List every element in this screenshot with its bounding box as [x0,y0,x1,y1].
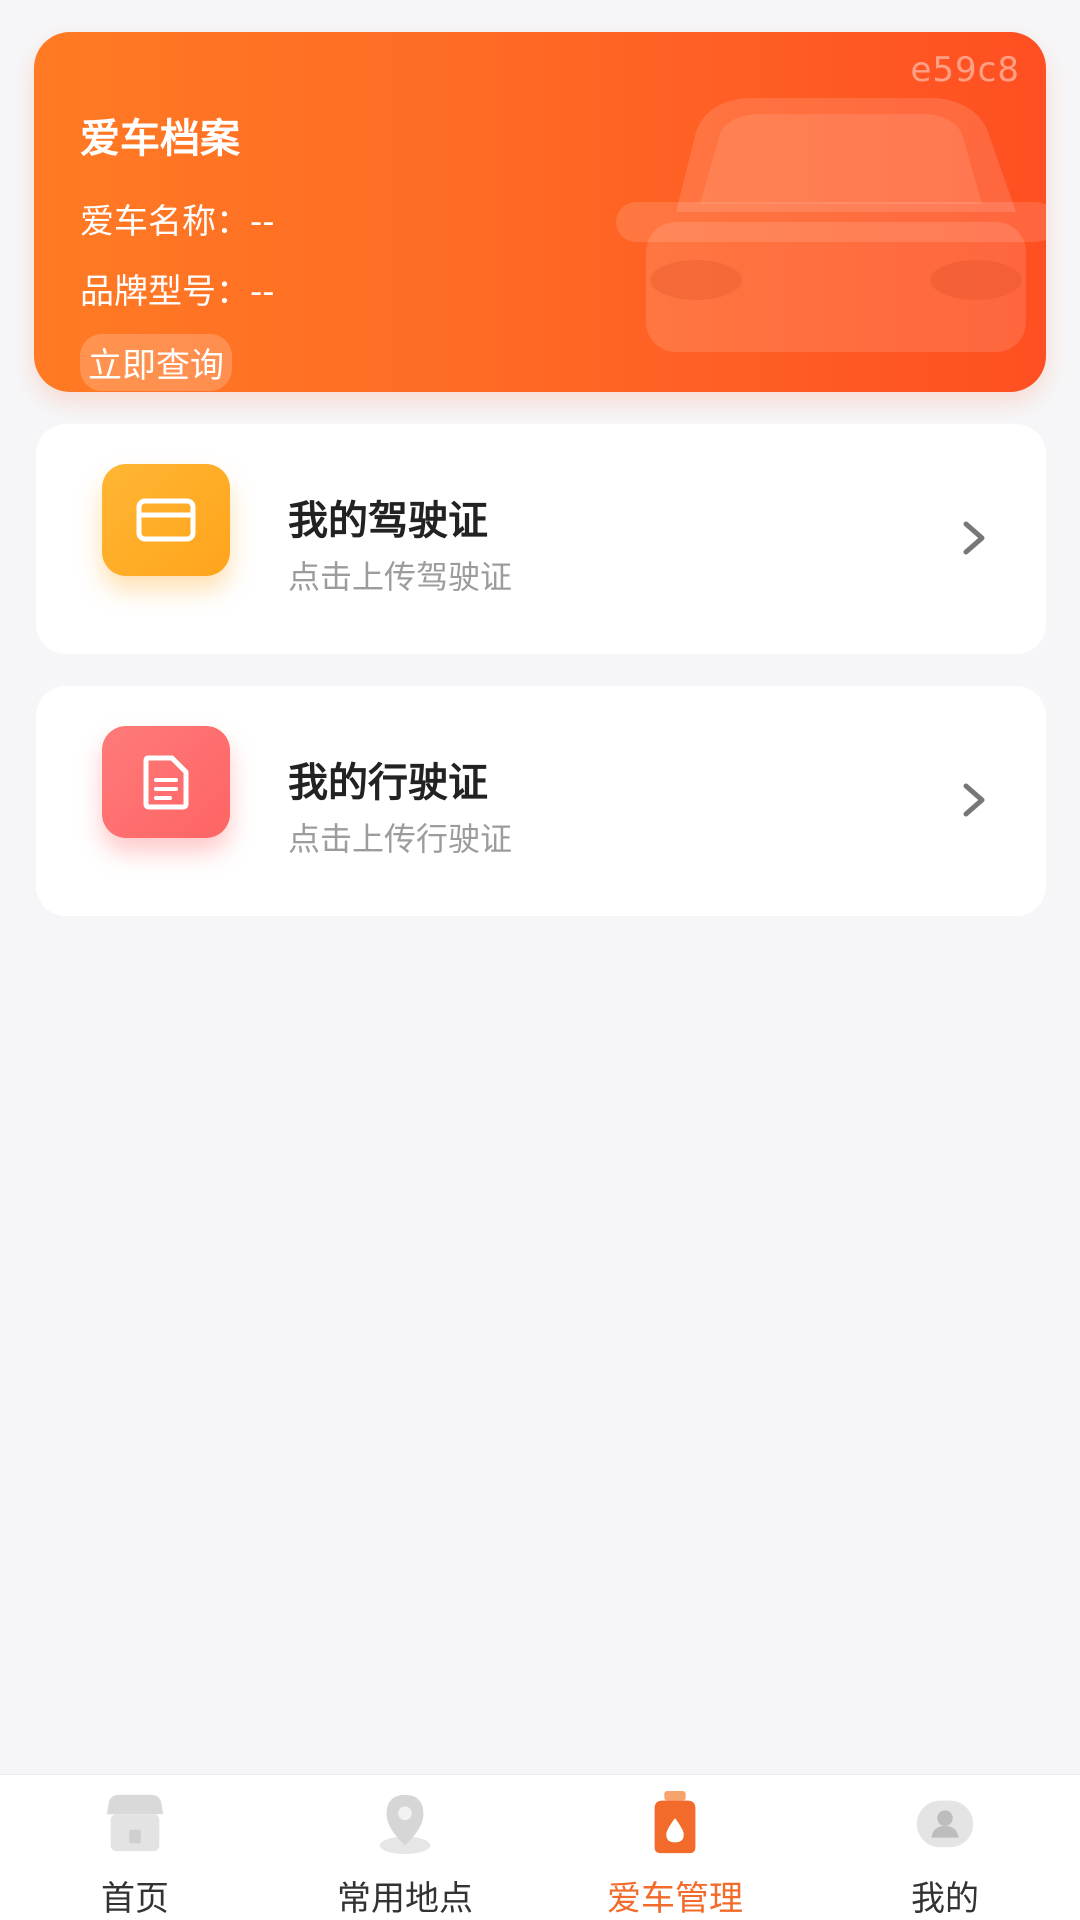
page: e59c8 爱车档案 爱车名称：-- 品牌型号：-- 立即查询 我的驾驶证 点击… [0,0,1080,1920]
chevron-right-icon [963,783,985,817]
document-icon [143,755,189,810]
car-name-value: -- [250,202,275,242]
driver-license-subtitle: 点击上传驾驶证 [288,558,513,596]
vehicle-license-title: 我的行驶证 [288,760,488,806]
vehicle-license-card[interactable]: 我的行驶证 点击上传行驶证 [36,686,1046,916]
tab-frequent-places-label: 常用地点 [337,1879,473,1919]
bottom-tab-bar: 首页 常用地点 爱车管理 我的 [0,1774,1080,1920]
chevron-right-icon [963,521,985,555]
car-silhouette-icon [616,98,1046,352]
tab-home-label: 首页 [101,1879,169,1919]
driver-license-card[interactable]: 我的驾驶证 点击上传驾驶证 [36,424,1046,654]
brand-model-value: -- [250,272,275,312]
driver-license-icon-box [102,464,230,576]
tab-mine-label: 我的 [911,1879,979,1919]
tab-home[interactable]: 首页 [0,1775,270,1920]
query-now-button[interactable]: 立即查询 [80,334,232,391]
vehicle-license-subtitle: 点击上传行驶证 [288,820,513,858]
car-profile-card: e59c8 爱车档案 爱车名称：-- 品牌型号：-- 立即查询 [34,32,1046,392]
driver-license-title: 我的驾驶证 [288,498,488,544]
home-icon [106,1794,164,1852]
tab-car-management[interactable]: 爱车管理 [540,1775,810,1920]
user-icon [916,1800,974,1848]
location-pin-icon [379,1794,431,1855]
car-oil-icon [654,1790,696,1854]
tab-frequent-places[interactable]: 常用地点 [270,1775,540,1920]
vehicle-license-icon-box [102,726,230,838]
tab-mine[interactable]: 我的 [810,1775,1080,1920]
car-profile-title: 爱车档案 [80,116,240,162]
card-icon [136,498,196,542]
brand-model-label: 品牌型号： [80,272,250,312]
tab-car-management-label: 爱车管理 [607,1879,743,1919]
car-name-row: 爱车名称：-- [80,194,275,243]
car-name-label: 爱车名称： [80,202,250,242]
brand-model-row: 品牌型号：-- [80,264,275,313]
